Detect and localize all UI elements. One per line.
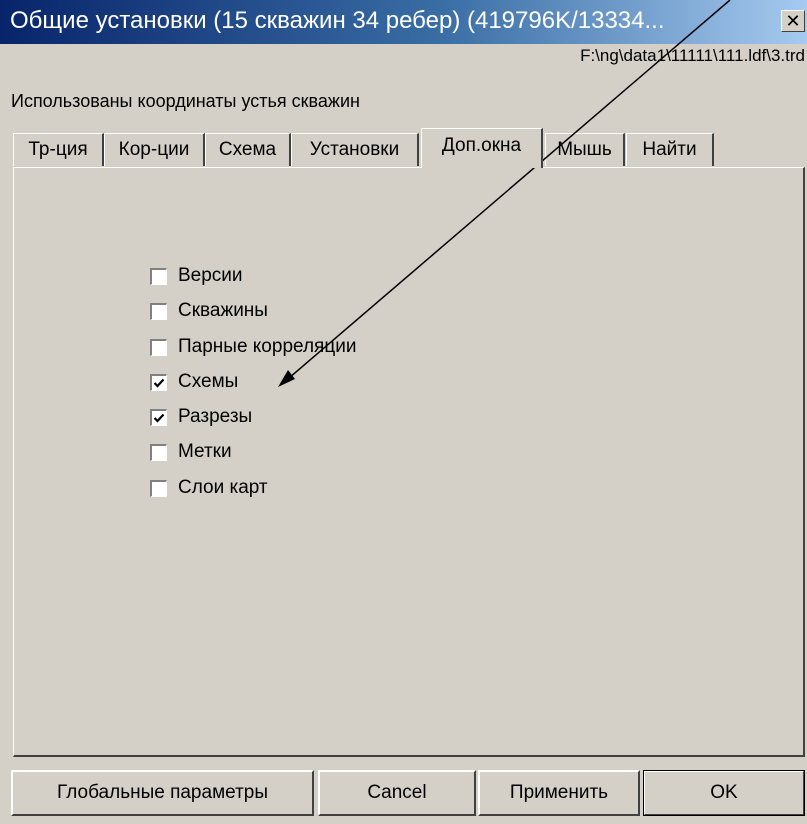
checkbox-label: Версии [178, 265, 243, 286]
cancel-button[interactable]: Cancel [318, 770, 476, 816]
checkbox-checked[interactable] [150, 408, 167, 426]
tab-settings[interactable]: Установки [291, 133, 419, 166]
checkbox-unchecked[interactable] [150, 479, 167, 497]
status-text: Использованы координаты устья скважин [11, 91, 360, 111]
checkbox-label: Разрезы [178, 406, 253, 427]
checkmark-icon [153, 378, 165, 388]
tab-label: Тр-ция [28, 139, 88, 160]
checkbox-row[interactable]: Скважины [150, 300, 268, 322]
title-bar[interactable]: Общие установки (15 скважин 34 ребер) (4… [0, 0, 807, 44]
checkbox-unchecked[interactable] [150, 443, 167, 461]
checkbox-row[interactable]: Схемы [150, 371, 238, 393]
checkbox-unchecked[interactable] [150, 267, 167, 285]
checkbox-unchecked[interactable] [150, 302, 167, 320]
checkbox-label: Слои карт [178, 477, 268, 498]
tab-strip: Тр-ция Кор-ции Схема Установки Доп.окна … [13, 128, 807, 168]
checkbox-row[interactable]: Парные корреляции [150, 336, 356, 358]
tab-label: Мышь [557, 139, 612, 160]
tab-panel [13, 167, 805, 757]
close-icon: ✕ [785, 11, 801, 31]
tab-find[interactable]: Найти [626, 133, 714, 166]
tab-label: Установки [309, 139, 400, 160]
tab-trassa[interactable]: Тр-ция [13, 133, 104, 166]
checkbox-label: Схемы [178, 371, 239, 392]
tab-scheme[interactable]: Схема [205, 133, 291, 166]
checkbox-unchecked[interactable] [150, 338, 167, 356]
checkbox-label: Метки [178, 441, 232, 462]
close-button[interactable]: ✕ [781, 10, 805, 32]
checkmark-icon [153, 413, 165, 423]
checkbox-label: Парные корреляции [178, 336, 357, 357]
checkbox-label: Скважины [178, 300, 268, 321]
tab-label: Кор-ции [118, 139, 190, 160]
ok-button[interactable]: OK [643, 770, 805, 816]
checkbox-row[interactable]: Версии [150, 265, 243, 287]
tab-label: Доп.окна [441, 135, 522, 156]
apply-button[interactable]: Применить [478, 770, 640, 816]
file-path: F:\ng\data1\11111\111.ldf\3.trd [580, 46, 805, 65]
checkbox-row[interactable]: Разрезы [150, 406, 252, 428]
tab-mouse[interactable]: Мышь [545, 133, 625, 166]
checkbox-checked[interactable] [150, 373, 167, 391]
global-params-button[interactable]: Глобальные параметры [11, 770, 314, 816]
tab-extra-windows[interactable]: Доп.окна [421, 128, 543, 168]
tab-correlations[interactable]: Кор-ции [104, 133, 205, 166]
window-title: Общие установки (15 скважин 34 ребер) (4… [10, 7, 665, 34]
tab-label: Найти [642, 139, 697, 160]
checkbox-row[interactable]: Метки [150, 441, 232, 463]
checkbox-row[interactable]: Слои карт [150, 477, 268, 499]
tab-label: Схема [218, 139, 277, 160]
